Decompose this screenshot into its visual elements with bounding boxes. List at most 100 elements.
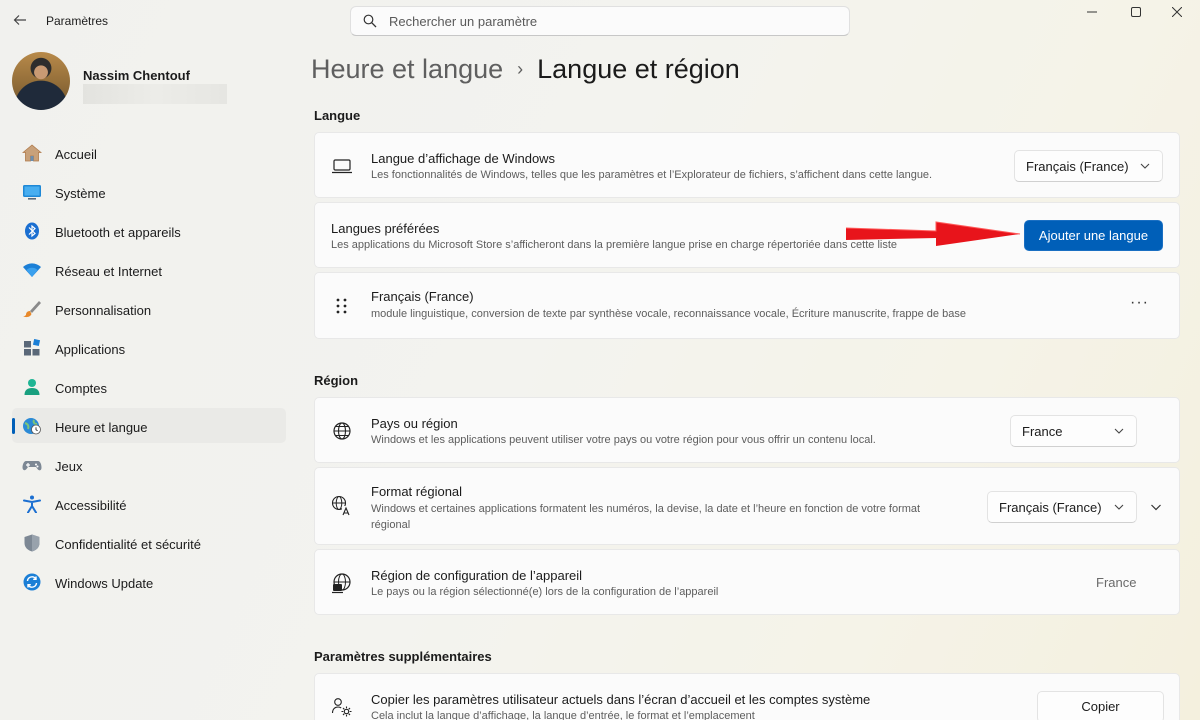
sidebar-item-label: Heure et langue — [55, 420, 148, 435]
sidebar-item-label: Accueil — [55, 147, 97, 162]
home-icon — [22, 144, 42, 162]
sidebar-item-label: Windows Update — [55, 576, 154, 591]
section-title-region: Région — [314, 373, 359, 388]
copy-settings-card: Copier les paramètres utilisateur actuel… — [314, 673, 1180, 720]
language-item-title: Français (France) — [371, 289, 474, 304]
language-format-icon — [331, 495, 352, 516]
section-title-additional: Paramètres supplémentaires — [314, 649, 492, 664]
sidebar-item-applications[interactable]: Applications — [12, 330, 286, 365]
chevron-down-icon — [1114, 504, 1124, 510]
globe-device-icon — [332, 573, 351, 594]
sidebar-item-label: Système — [55, 186, 106, 201]
chevron-down-icon — [1114, 428, 1124, 434]
user-settings-icon — [331, 698, 352, 717]
close-button[interactable] — [1154, 4, 1200, 22]
regional-format-dropdown[interactable]: Français (France) — [987, 491, 1137, 523]
red-arrow-annotation — [845, 221, 1021, 246]
display-language-card: Langue d’affichage de Windows Les foncti… — [314, 132, 1180, 198]
sidebar-item-label: Comptes — [55, 381, 108, 396]
time-language-icon — [23, 418, 41, 435]
sidebar-item-accueil[interactable]: Accueil — [12, 135, 286, 170]
apps-icon — [24, 339, 41, 356]
country-region-dropdown[interactable]: France — [1010, 415, 1137, 447]
update-icon — [23, 573, 41, 591]
language-item-card: Français (France) module linguistique, c… — [314, 272, 1180, 339]
dropdown-value: Français (France) — [1026, 159, 1129, 174]
expand-chevron-icon[interactable] — [1150, 501, 1162, 513]
account-icon — [24, 379, 40, 395]
dropdown-value: France — [1022, 424, 1063, 439]
bluetooth-icon — [25, 222, 39, 240]
search-input[interactable] — [389, 11, 829, 31]
preferred-languages-title: Langues préférées — [331, 221, 440, 236]
display-language-dropdown[interactable]: Français (France) — [1014, 150, 1163, 182]
sidebar-item-label: Jeux — [55, 459, 83, 474]
add-language-button[interactable]: Ajouter une langue — [1024, 220, 1163, 251]
maximize-icon — [1131, 7, 1141, 17]
section-title-langue: Langue — [314, 108, 361, 123]
country-region-desc: Windows et les applications peuvent util… — [371, 434, 876, 446]
sidebar-item-label: Applications — [55, 342, 126, 357]
back-arrow-icon — [13, 15, 26, 25]
chevron-down-icon — [1140, 163, 1150, 169]
sidebar-item-systeme[interactable]: Système — [12, 174, 286, 209]
sidebar-item-windows-update[interactable]: Windows Update — [12, 564, 286, 599]
minimize-icon — [1087, 11, 1097, 13]
display-language-desc: Les fonctionnalités de Windows, telles q… — [371, 169, 933, 181]
device-region-value: France — [1096, 575, 1137, 590]
sidebar-item-label: Personnalisation — [55, 303, 152, 318]
brush-icon — [23, 301, 41, 318]
regional-format-desc-line2: régional — [371, 519, 411, 531]
accessibility-icon — [23, 495, 41, 513]
device-region-desc: Le pays ou la région sélectionné(e) lors… — [371, 586, 719, 598]
sidebar-item-confidentialite[interactable]: Confidentialité et sécurité — [12, 525, 286, 560]
dropdown-value: Français (France) — [999, 500, 1102, 515]
avatar[interactable] — [12, 52, 70, 110]
country-region-title: Pays ou région — [371, 416, 458, 431]
page-title: Langue et région — [537, 54, 740, 84]
minimize-button[interactable] — [1069, 4, 1115, 22]
system-icon — [23, 185, 41, 200]
drag-handle-icon[interactable] — [334, 295, 350, 317]
title-bar: Paramètres — [0, 0, 1200, 40]
search-box[interactable] — [350, 6, 850, 36]
shield-icon — [24, 534, 40, 552]
profile-name: Nassim Chentouf — [83, 68, 190, 83]
country-region-card: Pays ou région Windows et les applicatio… — [314, 397, 1180, 463]
sidebar-item-label: Confidentialité et sécurité — [55, 537, 201, 552]
breadcrumb: Heure et langue › Langue et région — [311, 54, 740, 88]
globe-icon — [333, 422, 351, 440]
sidebar-item-jeux[interactable]: Jeux — [12, 447, 286, 482]
language-item-desc: module linguistique, conversion de texte… — [371, 308, 966, 320]
regional-format-title: Format régional — [371, 484, 463, 499]
sidebar-item-label: Bluetooth et appareils — [55, 225, 181, 240]
close-icon — [1171, 6, 1183, 18]
copy-settings-desc: Cela inclut la langue d’affichage, la la… — [371, 710, 755, 720]
preferred-languages-desc: Les applications du Microsoft Store s’af… — [331, 239, 898, 251]
gamepad-icon — [22, 461, 42, 471]
sidebar-item-label: Réseau et Internet — [55, 264, 162, 279]
maximize-button[interactable] — [1113, 4, 1159, 22]
more-options-button[interactable]: ··· — [1130, 294, 1149, 312]
chevron-right-icon: › — [517, 59, 524, 79]
breadcrumb-parent[interactable]: Heure et langue — [311, 54, 503, 84]
sidebar-item-personnalisation[interactable]: Personnalisation — [12, 291, 286, 326]
sidebar-item-accessibilite[interactable]: Accessibilité — [12, 486, 286, 521]
preferred-languages-card: Langues préférées Les applications du Mi… — [314, 202, 1180, 268]
copy-settings-title: Copier les paramètres utilisateur actuel… — [371, 692, 871, 707]
wifi-icon — [23, 263, 41, 277]
sidebar-item-heure-langue[interactable]: Heure et langue — [12, 408, 286, 443]
sidebar-item-bluetooth[interactable]: Bluetooth et appareils — [12, 213, 286, 248]
copy-button[interactable]: Copier — [1037, 691, 1164, 720]
regional-format-card[interactable]: Format régional Windows et certaines app… — [314, 467, 1180, 545]
laptop-icon — [332, 159, 352, 174]
search-icon — [363, 14, 377, 28]
sidebar-item-label: Accessibilité — [55, 498, 127, 513]
app-title: Paramètres — [46, 14, 109, 28]
back-button[interactable] — [10, 10, 30, 30]
device-region-card: Région de configuration de l’appareil Le… — [314, 549, 1180, 615]
sidebar-item-reseau[interactable]: Réseau et Internet — [12, 252, 286, 287]
sidebar-item-comptes[interactable]: Comptes — [12, 369, 286, 404]
display-language-title: Langue d’affichage de Windows — [371, 151, 556, 166]
sidebar-nav: Accueil Système Bluetooth et appareils R… — [12, 135, 286, 603]
